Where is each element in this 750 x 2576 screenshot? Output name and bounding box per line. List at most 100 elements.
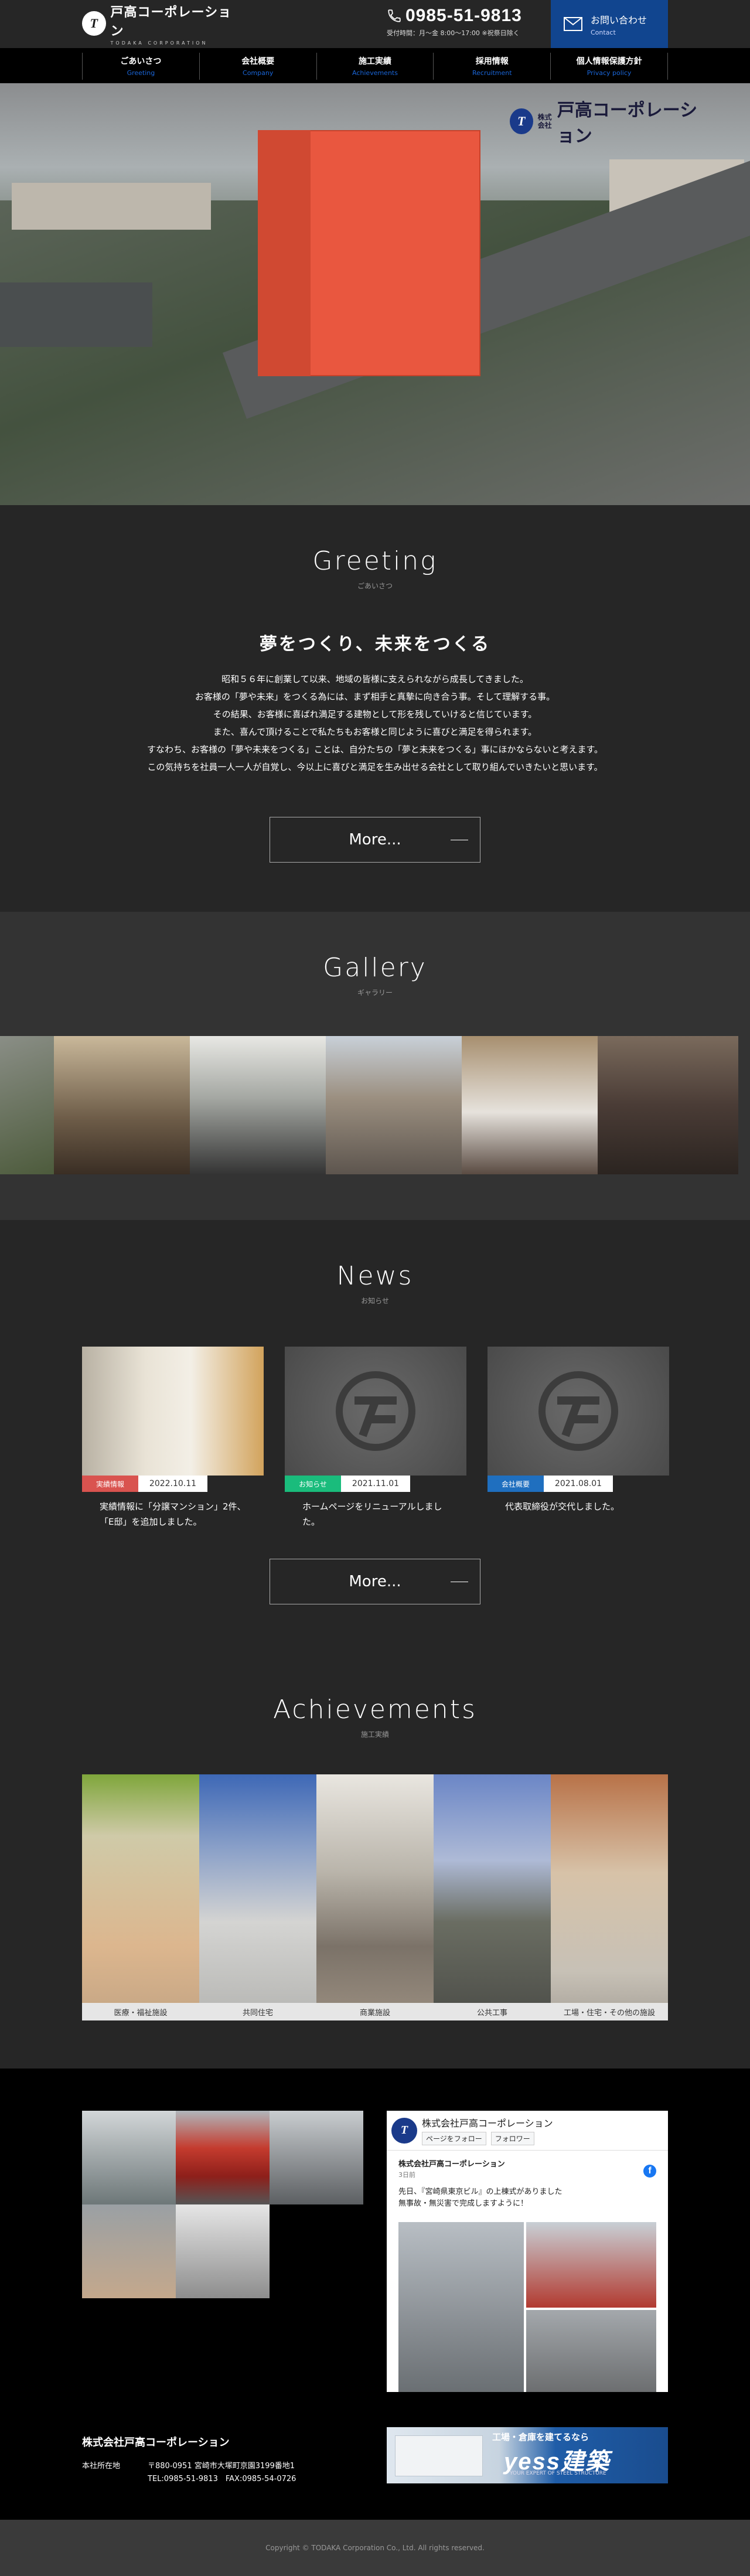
footer-photo[interactable] xyxy=(176,2204,270,2298)
nav-sublabel: Privacy policy xyxy=(587,69,632,77)
news-thumbnail xyxy=(488,1347,669,1476)
section-title: Achievements xyxy=(273,1695,477,1725)
footer-photo[interactable] xyxy=(82,2111,176,2204)
fb-followers-button[interactable]: フォロワー xyxy=(490,2132,534,2145)
footer-address: 〒880-0951 宮崎市大塚町京園3199番地1 xyxy=(148,2462,295,2471)
greeting-line: 昭和５６年に創業して以来、地域の皆様に支えられながら成長してきました。 xyxy=(221,674,529,684)
more-label: More... xyxy=(349,831,401,849)
site-logo[interactable]: T 戸高コーポレーション TODAKA CORPORATION xyxy=(82,5,240,46)
greeting-line: すなわち、お客様の「夢や未来をつくる」ことは、自分たちの「夢と未来をつくる」事に… xyxy=(147,744,603,755)
fb-follow-button[interactable]: ページをフォロー xyxy=(422,2132,486,2145)
news-more-button[interactable]: More... xyxy=(270,1559,480,1604)
phone-hours: 受付時間：月〜金 8:00〜17:00 ※祝祭日除く xyxy=(387,29,520,37)
facebook-icon[interactable]: f xyxy=(643,2165,656,2178)
section-subtitle: ごあいさつ xyxy=(357,582,393,590)
achievement-card[interactable]: 工場・住宅・その他の施設 xyxy=(551,1774,668,2020)
gallery-photo[interactable] xyxy=(326,1036,462,1174)
news-card[interactable]: お知らせ 2021.11.01 ホームページをリニューアルしました。 xyxy=(285,1347,466,1529)
achievements-section: 医療・福祉施設 共同住宅 商業施設 公共工事 工場・住宅・その他の施設 xyxy=(0,1735,750,2069)
fb-photo xyxy=(398,2222,524,2392)
phone-block[interactable]: 0985-51-9813 受付時間：月〜金 8:00〜17:00 ※祝祭日除く xyxy=(387,6,542,41)
footer-tel-fax: TEL:0985-51-9813 FAX:0985-54-0726 xyxy=(148,2475,296,2483)
banner-catch: 工場・倉庫を建てるなら xyxy=(492,2432,589,2442)
yess-banner[interactable]: 工場・倉庫を建てるなら yess建築 YOUR EXPERT OF STEEL … xyxy=(387,2427,668,2483)
achievement-label: 工場・住宅・その他の施設 xyxy=(551,2003,668,2020)
banner-sub: YOUR EXPERT OF STEEL STRUCTURE xyxy=(510,2471,606,2476)
logo-subtext: TODAKA CORPORATION xyxy=(110,40,208,46)
site-footer: T 株式会社戸高コーポレーション ページをフォロー フォロワー f 株式会社戸高… xyxy=(0,2069,750,2520)
hero-apartment-left xyxy=(12,183,211,230)
nav-label: 施工実績 xyxy=(358,57,391,66)
fb-post-time: 3日前 xyxy=(398,2171,415,2179)
footer-photo[interactable] xyxy=(82,2204,176,2298)
achievement-card[interactable]: 公共工事 xyxy=(434,1774,551,2020)
greeting-line: その結果、お客様に喜ばれ満足する建物として形を残していけると信じています。 xyxy=(213,709,537,720)
nav-item-company[interactable]: 会社概要 Company xyxy=(200,53,317,80)
phone-icon xyxy=(388,9,401,22)
achievement-card[interactable]: 商業施設 xyxy=(316,1774,434,2020)
news-category-badge: 実績情報 xyxy=(82,1476,138,1492)
gallery-photo[interactable] xyxy=(190,1036,326,1174)
contact-label: お問い合わせ xyxy=(591,14,647,26)
hero-logo-mark-icon: T xyxy=(510,108,533,134)
fb-photo xyxy=(526,2310,656,2392)
section-subtitle: 施工実績 xyxy=(360,1730,389,1739)
greeting-section: Greeting ごあいさつ 夢をつくり、未来をつくる 昭和５６年に創業して以来… xyxy=(0,505,750,912)
achievement-label: 共同住宅 xyxy=(199,2003,316,2020)
footer-photo[interactable] xyxy=(176,2111,270,2204)
achievement-label: 公共工事 xyxy=(434,2003,551,2020)
global-nav: ごあいさつ Greeting 会社概要 Company 施工実績 Achievemen… xyxy=(0,48,750,83)
site-header: T 戸高コーポレーション TODAKA CORPORATION 0985-51-… xyxy=(0,0,750,48)
gallery-photo[interactable] xyxy=(598,1036,738,1174)
facebook-widget[interactable]: T 株式会社戸高コーポレーション ページをフォロー フォロワー f 株式会社戸高… xyxy=(387,2111,668,2392)
nav-item-achievements[interactable]: 施工実績 Achievements xyxy=(317,53,434,80)
greeting-more-button[interactable]: More... xyxy=(270,817,480,863)
section-title: News xyxy=(336,1261,414,1291)
hero-logo: T 株式会社 戸高コーポレーション xyxy=(510,100,715,146)
news-category-badge: 会社概要 xyxy=(488,1476,544,1492)
footer-company-info: 株式会社戸高コーポレーション 本社所在地 〒880-0951 宮崎市大塚町京園3… xyxy=(82,2434,363,2486)
achievement-card[interactable]: 医療・福祉施設 xyxy=(82,1774,199,2020)
gallery-photo[interactable] xyxy=(54,1036,190,1174)
hero-tower-side xyxy=(258,130,311,376)
news-thumbnail xyxy=(82,1347,264,1476)
fb-post-photos[interactable] xyxy=(398,2222,656,2392)
achievements-grid: 医療・福祉施設 共同住宅 商業施設 公共工事 工場・住宅・その他の施設 xyxy=(82,1774,668,2020)
nav-item-greeting[interactable]: ごあいさつ Greeting xyxy=(82,53,200,80)
news-section: News お知らせ 実績情報 2022.10.11 実績情報に「分譲マンション」… xyxy=(0,1220,750,1735)
fb-page-name[interactable]: 株式会社戸高コーポレーション xyxy=(422,2115,553,2129)
nav-item-privacy[interactable]: 個人情報保護方針 Privacy policy xyxy=(551,53,668,80)
nav-sublabel: Recruitment xyxy=(472,69,512,77)
gallery-photo[interactable] xyxy=(462,1036,598,1174)
fb-photo xyxy=(526,2222,656,2308)
nav-sublabel: Achievements xyxy=(352,69,398,77)
news-card[interactable]: 実績情報 2022.10.11 実績情報に「分譲マンション」2件、「E邸」を追加… xyxy=(82,1347,264,1529)
fb-post: 株式会社戸高コーポレーション 3日前 先日、『宮崎県東京ビル』の上棟式がありまし… xyxy=(387,2151,668,2217)
fb-post-text: 先日、『宮崎県東京ビル』の上棟式がありました xyxy=(398,2187,562,2196)
mail-icon xyxy=(564,17,582,31)
copyright: Copyright © TODAKA Corporation Co., Ltd.… xyxy=(0,2520,750,2576)
contact-sublabel: Contact xyxy=(591,28,616,36)
footer-photo[interactable] xyxy=(270,2111,363,2204)
news-card[interactable]: 会社概要 2021.08.01 代表取締役が交代しました。 xyxy=(488,1347,669,1529)
footer-photo-grid xyxy=(82,2111,363,2298)
nav-sublabel: Company xyxy=(243,69,274,77)
section-subtitle: お知らせ xyxy=(361,1297,389,1305)
greeting-line: この気持ちを社員一人一人が自覚し、今以上に喜びと満足を生み出せる会社として取り組… xyxy=(147,762,603,772)
contact-button[interactable]: お問い合わせ Contact xyxy=(551,0,668,48)
news-title: ホームページをリニューアルしました。 xyxy=(302,1501,442,1527)
achievements-title-block: Achievements 施工実績 xyxy=(0,1695,750,1739)
greeting-catchcopy: 夢をつくり、未来をつくる xyxy=(259,634,491,655)
gallery-carousel[interactable] xyxy=(0,1036,750,1174)
logo-mark-icon: T xyxy=(82,11,106,36)
footer-address-label: 本社所在地 xyxy=(82,2462,121,2471)
nav-item-recruitment[interactable]: 採用情報 Recruitment xyxy=(434,53,551,80)
more-label: More... xyxy=(349,1573,401,1590)
achievement-card[interactable]: 共同住宅 xyxy=(199,1774,316,2020)
gallery-photo[interactable] xyxy=(0,1036,54,1174)
fb-post-author: 株式会社戸高コーポレーション xyxy=(398,2160,505,2169)
achievement-label: 商業施設 xyxy=(316,2003,434,2020)
news-date: 2022.10.11 xyxy=(138,1476,207,1492)
section-title: Gallery xyxy=(323,953,427,983)
hero-house-left xyxy=(0,282,152,347)
